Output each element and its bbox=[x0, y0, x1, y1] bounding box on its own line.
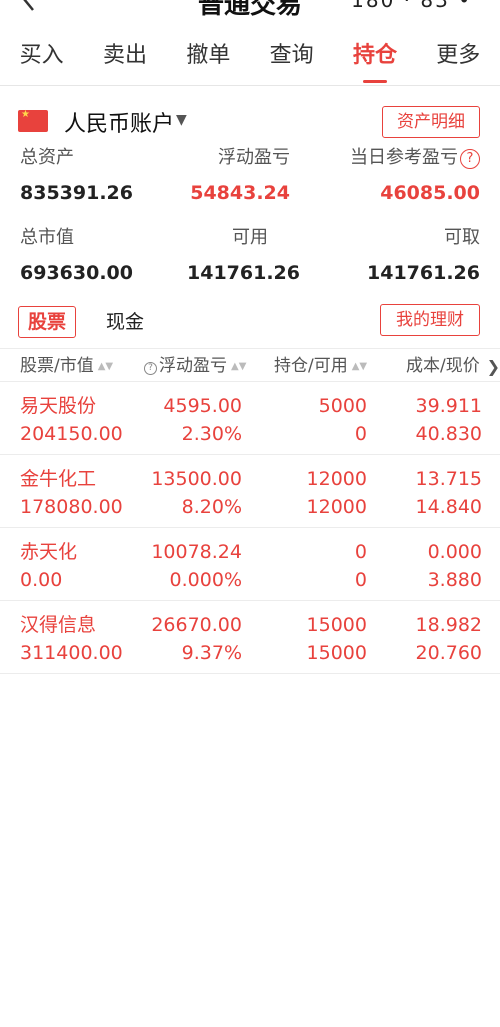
stock-name: 金牛化工 bbox=[20, 468, 97, 490]
hold-qty: 0 bbox=[354, 541, 367, 563]
account-label: 人民币账户 bbox=[64, 112, 175, 137]
sort-icon: ▲▼ bbox=[351, 361, 368, 372]
float-pl-pct: 0.000% bbox=[169, 569, 242, 591]
col-header-cost[interactable]: 成本/现价 bbox=[406, 354, 480, 378]
stats-row-1: 总资产 835391.26 浮动盈亏 54843.24 当日参考盈亏? 4608… bbox=[0, 146, 500, 216]
hold-qty: 5000 bbox=[318, 395, 367, 417]
avail-qty: 15000 bbox=[306, 642, 367, 664]
table-row[interactable]: 金牛化工 178080.00 13500.00 8.20% 12000 1200… bbox=[0, 455, 500, 528]
table-row[interactable]: 易天股份 204150.00 4595.00 2.30% 5000 0 39.9… bbox=[0, 382, 500, 455]
table-row[interactable]: 赤天化 0.00 10078.24 0.000% 0 0 0.000 3.880 bbox=[0, 528, 500, 601]
stats-row-2: 总市值 693630.00 可用 141761.26 可取 141761.26 bbox=[0, 226, 500, 296]
withdrawable-label: 可取 bbox=[444, 227, 480, 248]
cost-price: 0.000 bbox=[427, 541, 482, 563]
market-value: 178080.00 bbox=[20, 496, 123, 518]
withdrawable-value: 141761.26 bbox=[367, 262, 480, 284]
chevron-right-icon[interactable]: ❯ bbox=[487, 357, 500, 376]
current-price: 20.760 bbox=[415, 642, 482, 664]
current-price: 3.880 bbox=[427, 569, 482, 591]
col-header-stock[interactable]: 股票/市值 ▲▼ bbox=[20, 354, 113, 379]
tab-cancel[interactable]: 撤单 bbox=[167, 30, 250, 85]
market-value: 204150.00 bbox=[20, 423, 123, 445]
float-pl-pct: 8.20% bbox=[181, 496, 242, 518]
avail-qty: 0 bbox=[354, 569, 367, 591]
hold-qty: 12000 bbox=[306, 468, 367, 490]
current-price: 14.840 bbox=[415, 496, 482, 518]
float-pl-value: 54843.24 bbox=[190, 182, 290, 204]
tab-sell[interactable]: 卖出 bbox=[83, 30, 166, 85]
market-value: 311400.00 bbox=[20, 642, 123, 664]
tab-query[interactable]: 查询 bbox=[250, 30, 333, 85]
tab-positions[interactable]: 持仓 bbox=[333, 30, 416, 85]
positions-table-header: 股票/市值 ▲▼ ? 浮动盈亏 ▲▼ 持仓/可用 ▲▼ 成本/现价 ❯ bbox=[0, 348, 500, 382]
table-row[interactable]: 汉得信息 311400.00 26670.00 9.37% 15000 1500… bbox=[0, 601, 500, 674]
stock-name: 汉得信息 bbox=[20, 614, 97, 636]
float-pl: 10078.24 bbox=[151, 541, 242, 563]
dropdown-icon[interactable]: ▼ bbox=[176, 112, 187, 128]
sort-icon: ▲▼ bbox=[231, 361, 247, 372]
account-selector[interactable]: ★ 人民币账户 ▼ 资产明细 bbox=[0, 104, 500, 138]
current-price: 40.830 bbox=[415, 423, 482, 445]
asset-detail-button[interactable]: 资产明细 bbox=[382, 106, 480, 138]
col-header-hold[interactable]: 持仓/可用 ▲▼ bbox=[274, 354, 367, 379]
cost-price: 39.911 bbox=[415, 395, 482, 417]
float-pl-pct: 2.30% bbox=[181, 423, 242, 445]
my-finance-button[interactable]: 我的理财 bbox=[380, 304, 480, 336]
subtab-cash[interactable]: 现金 bbox=[106, 306, 144, 338]
hold-qty: 15000 bbox=[306, 614, 367, 636]
day-pl-value: 46085.00 bbox=[380, 182, 480, 204]
trade-tabs: 买入 卖出 撤单 查询 持仓 更多 bbox=[0, 30, 500, 86]
cost-price: 18.982 bbox=[415, 614, 482, 636]
col-header-pl[interactable]: ? 浮动盈亏 ▲▼ bbox=[144, 354, 246, 379]
float-pl: 26670.00 bbox=[151, 614, 242, 636]
top-bar: 普通交易 180 · 83 • bbox=[0, 0, 500, 18]
stock-name: 赤天化 bbox=[20, 541, 78, 563]
available-label: 可用 bbox=[232, 227, 268, 248]
subtab-stock[interactable]: 股票 bbox=[18, 306, 76, 338]
float-pl: 4595.00 bbox=[163, 395, 242, 417]
help-icon[interactable]: ? bbox=[460, 149, 480, 169]
sort-icon: ▲▼ bbox=[97, 361, 114, 372]
cost-price: 13.715 bbox=[415, 468, 482, 490]
asset-subtabs: 股票 现金 我的理财 bbox=[0, 304, 500, 340]
day-pl-label: 当日参考盈亏 bbox=[350, 147, 458, 168]
stock-name: 易天股份 bbox=[20, 395, 97, 417]
float-pl-pct: 9.37% bbox=[181, 642, 242, 664]
info-icon[interactable]: ? bbox=[144, 362, 157, 375]
float-pl: 13500.00 bbox=[151, 468, 242, 490]
tab-buy[interactable]: 买入 bbox=[0, 30, 83, 85]
avail-qty: 12000 bbox=[306, 496, 367, 518]
float-pl-label: 浮动盈亏 bbox=[218, 147, 290, 168]
tab-more[interactable]: 更多 bbox=[417, 30, 500, 85]
avail-qty: 0 bbox=[354, 423, 367, 445]
status-text: 180 · 83 • bbox=[351, 0, 472, 12]
available-value: 141761.26 bbox=[187, 262, 300, 284]
market-value: 0.00 bbox=[20, 569, 63, 591]
china-flag-icon: ★ bbox=[18, 110, 48, 132]
